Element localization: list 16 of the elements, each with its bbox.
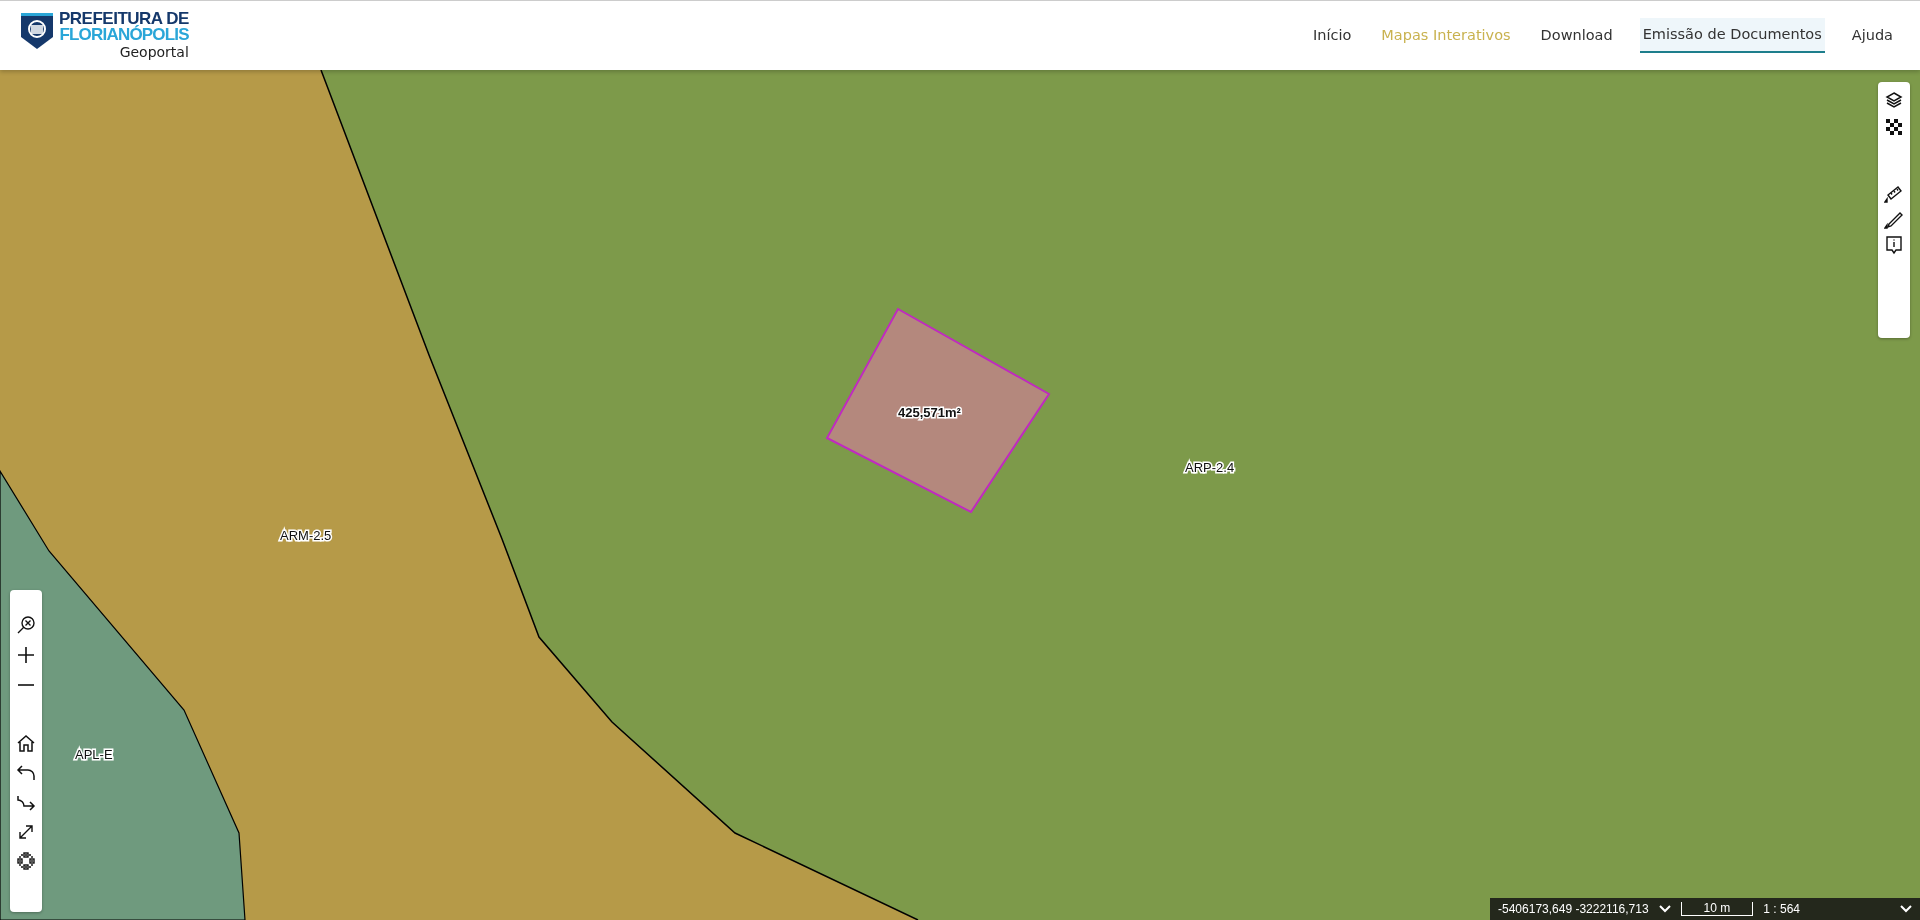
zone-label: APL-E [75,747,113,762]
scale-ratio: 1 : 564 [1763,901,1800,918]
area-label: 425,571m² [898,405,961,420]
logo-subtitle: Geoportal [119,42,189,61]
zone-label: ARP-2.4 [1185,460,1235,475]
nav-link[interactable]: Download [1537,18,1616,53]
chevron-down-icon[interactable] [1900,905,1912,913]
checkerboard-icon[interactable] [1883,116,1905,138]
zone-label: ARM-2.5 [280,528,332,543]
scale-bar: 10 m [1680,902,1754,916]
nav-link[interactable]: Ajuda [1848,18,1896,53]
nav-link[interactable]: Emissão de Documentos [1639,17,1825,54]
chevron-down-icon[interactable] [1658,905,1671,913]
nav-link[interactable]: Início [1309,18,1355,53]
coordinates-readout: -5406173,649 -3222116,713 [1498,901,1649,918]
city-shield-icon [19,10,55,51]
